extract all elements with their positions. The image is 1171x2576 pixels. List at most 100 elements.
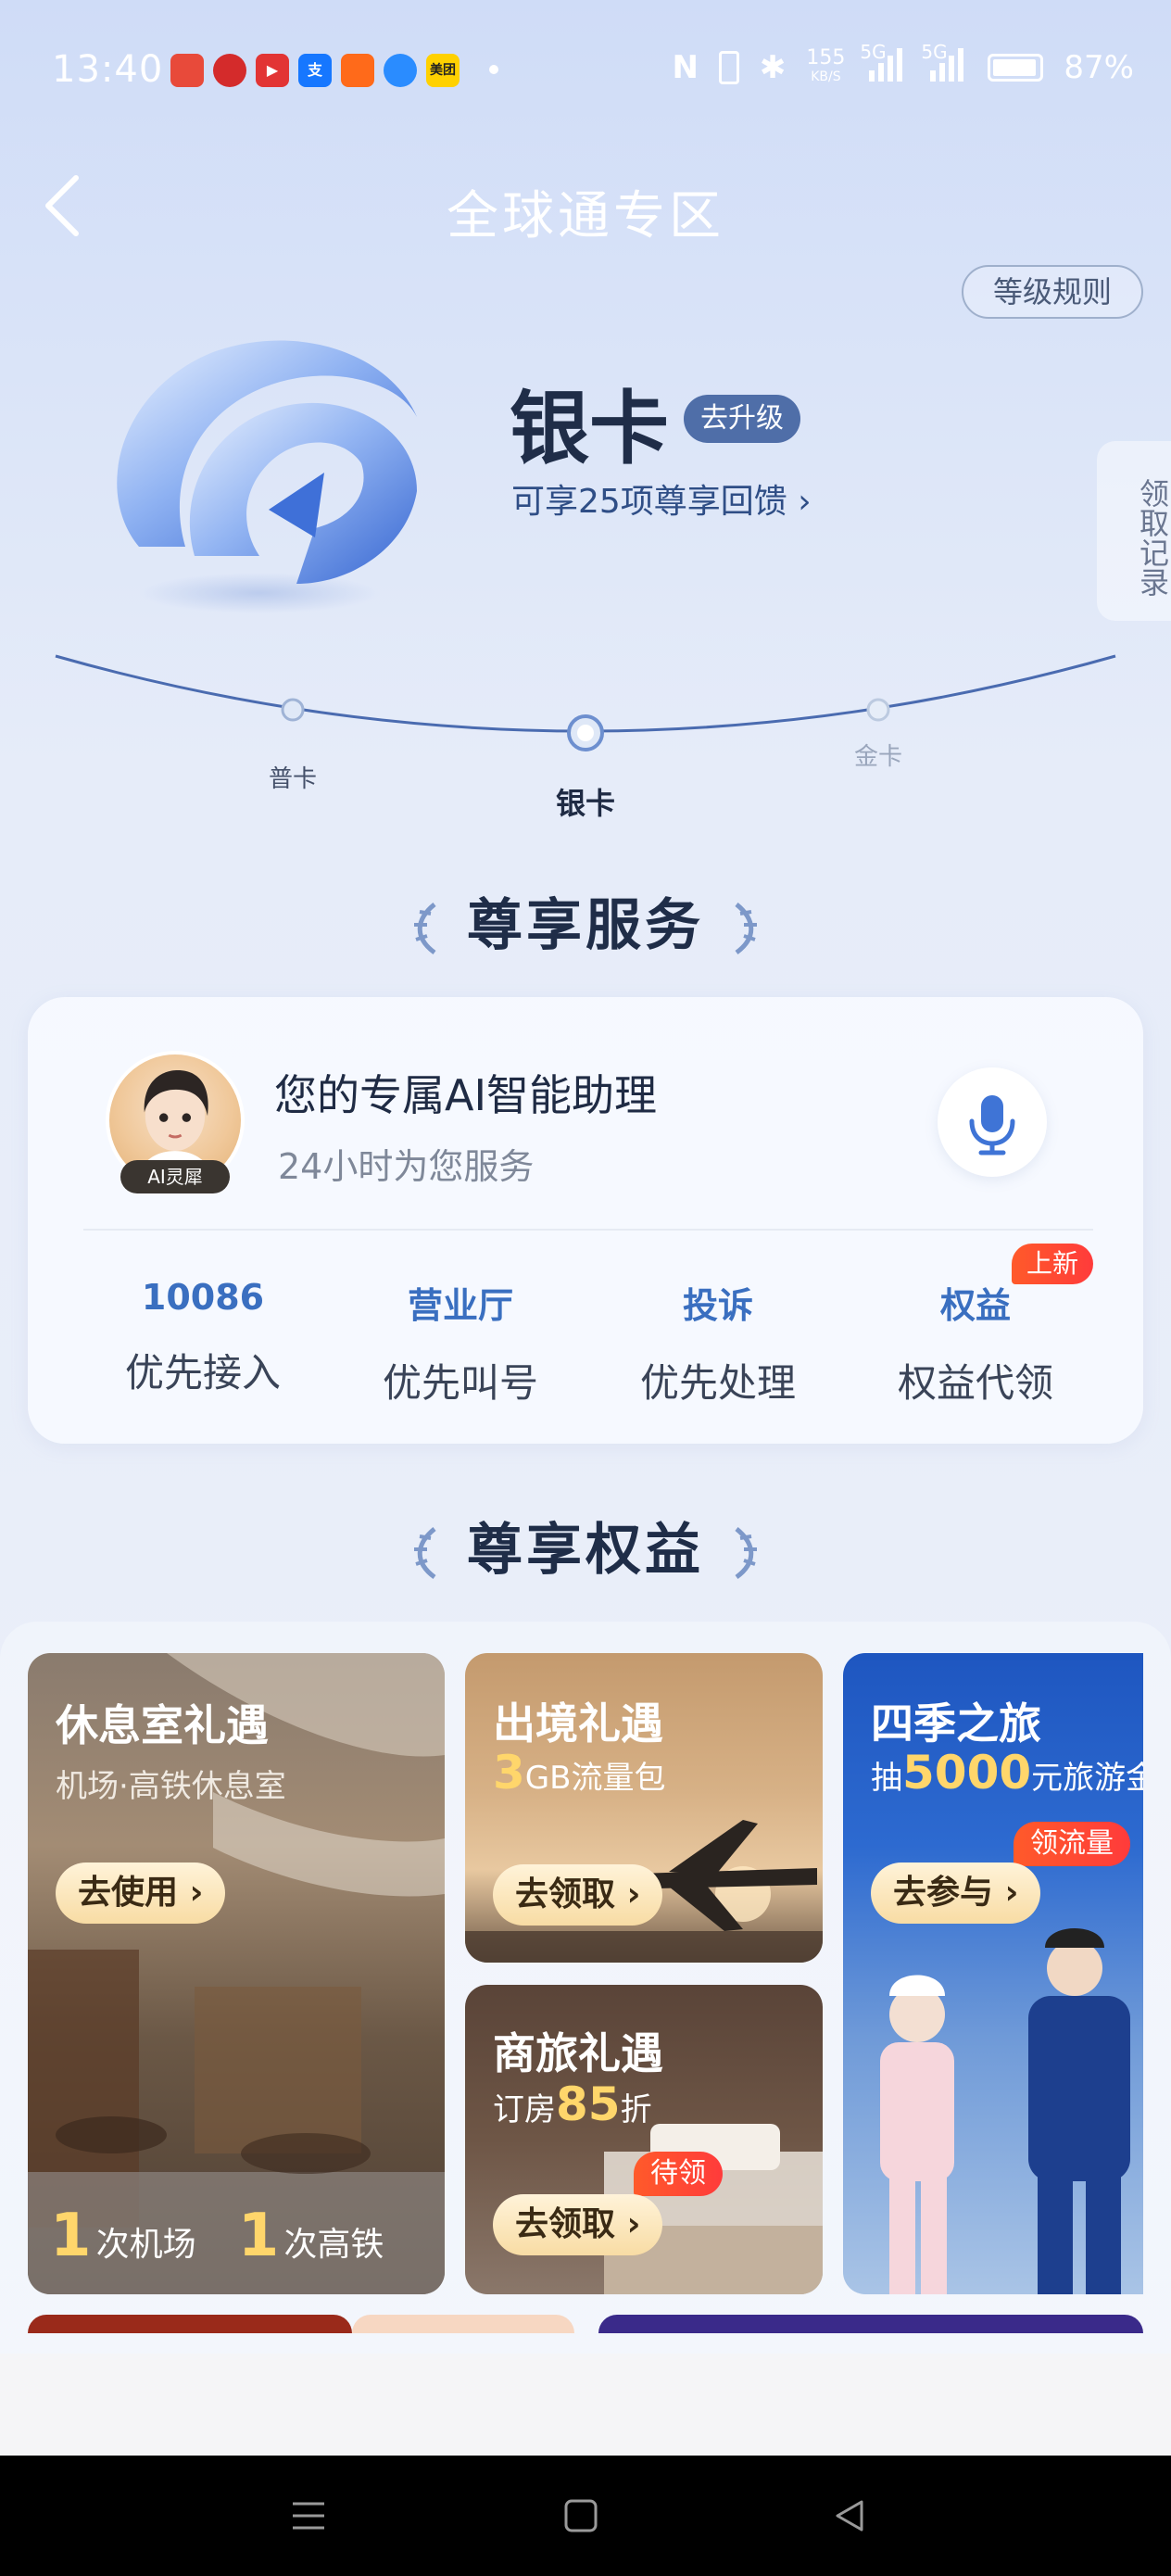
signal-icon-1: 5G xyxy=(860,41,906,86)
status-time: 13:40 xyxy=(52,48,164,91)
microphone-icon xyxy=(969,1095,1015,1155)
service-item-benefit-claim[interactable]: 权益 权益代领 xyxy=(860,1277,1091,1408)
business-claim-button-label: 去领取 xyxy=(515,2205,616,2243)
chevron-right-icon: › xyxy=(798,483,812,521)
app-icon-6 xyxy=(384,54,417,87)
lounge-use-button[interactable]: 去使用 › xyxy=(56,1863,226,1924)
signal-icon-2: 5G xyxy=(921,41,967,86)
menu-icon[interactable] xyxy=(289,2496,328,2535)
lounge-title: 休息室礼遇 xyxy=(56,1700,269,1750)
outbound-benefit-card[interactable]: 出境礼遇 3GB流量包 去领取 › xyxy=(465,1653,823,1963)
service-item-desc: 优先接入 xyxy=(124,1350,281,1395)
business-subtitle: 订房85折 xyxy=(493,2077,652,2131)
chevron-right-icon: › xyxy=(626,2205,641,2243)
next-card-1 xyxy=(28,2315,352,2333)
laurel-right-icon xyxy=(735,1527,757,1580)
travel-tag: 领流量 xyxy=(1014,1822,1130,1866)
back-icon[interactable] xyxy=(830,2496,869,2535)
service-item-desc: 优先叫号 xyxy=(382,1360,538,1406)
upgrade-button[interactable]: 去升级 xyxy=(684,395,800,443)
benefits-section-title: 尊享权益 xyxy=(0,1505,1171,1585)
battery-icon xyxy=(988,53,1044,82)
level-label-basic: 普卡 xyxy=(269,765,318,793)
china-mobile-logo-icon xyxy=(117,340,417,613)
business-benefit-card[interactable]: 商旅礼遇 订房85折 待领 去领取 › xyxy=(465,1985,823,2294)
network-speed: 155 KB/S xyxy=(806,45,846,84)
business-claim-button[interactable]: 去领取 › xyxy=(493,2194,663,2255)
next-card-2 xyxy=(352,2315,574,2333)
laurel-left-icon xyxy=(414,903,436,955)
claim-records-tab[interactable]: 领取记录 xyxy=(1097,441,1171,621)
system-navigation-bar xyxy=(0,2456,1171,2576)
travel-sub-pre: 抽 xyxy=(871,1760,902,1797)
benefits-section-title-text: 尊享权益 xyxy=(467,1518,704,1583)
business-sub-post: 折 xyxy=(620,2091,652,2128)
lounge-unit-airport: 次机场 xyxy=(95,2226,196,2264)
level-rules-button[interactable]: 等级规则 xyxy=(962,265,1143,319)
alipay-icon: 支 xyxy=(298,54,332,87)
lounge-unit-rail: 次高铁 xyxy=(283,2226,384,2264)
video-app-icon: ▶ xyxy=(256,54,289,87)
chevron-right-icon: › xyxy=(189,1874,204,1912)
benefit-link-text: 可享25项尊享回馈 xyxy=(511,483,787,521)
page-title: 全球通专区 xyxy=(447,186,724,246)
meituan-icon: 美团 xyxy=(426,54,460,87)
avatar-tag: AI灵犀 xyxy=(120,1160,230,1193)
divider xyxy=(83,1229,1093,1231)
travel-title: 四季之旅 xyxy=(871,1698,1041,1749)
current-level-name: 银卡 xyxy=(510,383,669,475)
nfc-icon: N xyxy=(672,48,699,86)
laurel-left-icon xyxy=(414,1527,436,1580)
app-icon-2 xyxy=(213,54,246,87)
status-bar: 13:40 ▶ 支 美团 N ✱ 155 KB/S 5G 5G 87% xyxy=(0,0,1171,139)
outbound-claim-button[interactable]: 去领取 › xyxy=(493,1864,663,1926)
new-badge: 上新 xyxy=(1012,1244,1094,1284)
outbound-title: 出境礼遇 xyxy=(493,1698,663,1749)
voice-button[interactable] xyxy=(938,1067,1047,1177)
service-item-label: 权益 xyxy=(939,1285,1011,1326)
outbound-claim-button-label: 去领取 xyxy=(515,1875,616,1913)
business-title: 商旅礼遇 xyxy=(493,2028,663,2078)
outbound-amount: 3 xyxy=(493,1746,525,1799)
bottom-blank-area xyxy=(0,2354,1171,2456)
lounge-subtitle: 机场·高铁休息室 xyxy=(56,1768,286,1805)
service-item-desc: 权益代领 xyxy=(897,1360,1053,1406)
app-icon-1 xyxy=(170,54,204,87)
travel-join-button[interactable]: 去参与 › xyxy=(871,1863,1041,1924)
service-item-label: 营业厅 xyxy=(407,1285,513,1326)
benefit-link[interactable]: 可享25项尊享回馈 › xyxy=(511,474,812,523)
service-item-label: 投诉 xyxy=(682,1285,753,1326)
lounge-count-airport: 1 xyxy=(50,2202,92,2270)
level-label-silver: 银卡 xyxy=(556,786,616,821)
laurel-right-icon xyxy=(735,903,757,955)
service-item-desc: 优先处理 xyxy=(639,1360,796,1406)
assistant-subtitle: 24小时为您服务 xyxy=(278,1146,535,1187)
service-item-label: 10086 xyxy=(141,1277,265,1318)
business-tag: 待领 xyxy=(634,2152,723,2196)
next-card-3 xyxy=(598,2315,1143,2333)
business-sub-pre: 订房 xyxy=(493,2091,556,2128)
service-item-priority-access[interactable]: 10086 优先接入 xyxy=(87,1277,319,1398)
services-section-title-text: 尊享服务 xyxy=(467,893,704,958)
travel-benefit-card[interactable]: 四季之旅 抽5000元旅游金 领流量 去参与 › xyxy=(843,1653,1143,2294)
vibrate-icon xyxy=(718,50,739,84)
lounge-count-rail: 1 xyxy=(237,2202,280,2270)
lounge-benefit-card[interactable]: 休息室礼遇 机场·高铁休息室 去使用 › 1 次机场 1 次高铁 xyxy=(28,1653,445,2294)
outbound-subtitle: 3GB流量包 xyxy=(493,1746,665,1799)
chevron-right-icon: › xyxy=(1004,1874,1019,1912)
status-right: N ✱ 155 KB/S 5G 5G 87% xyxy=(672,41,1134,86)
chevron-right-icon: › xyxy=(626,1875,641,1913)
assistant-title: 您的专属AI智能助理 xyxy=(274,1070,658,1120)
travel-join-button-label: 去参与 xyxy=(893,1874,994,1912)
travel-amount: 5000 xyxy=(902,1746,1032,1799)
service-item-complaint[interactable]: 投诉 优先处理 xyxy=(602,1277,834,1408)
app-icon-5 xyxy=(341,54,374,87)
home-icon[interactable] xyxy=(561,2496,600,2535)
more-dot-icon xyxy=(489,65,498,74)
service-item-hall[interactable]: 营业厅 优先叫号 xyxy=(345,1277,576,1408)
business-discount: 85 xyxy=(556,2077,621,2131)
services-card: AI灵犀 您的专属AI智能助理 24小时为您服务 10086 优先接入 营业厅 … xyxy=(28,997,1143,1444)
level-label-gold: 金卡 xyxy=(854,743,903,771)
travel-sub-post: 元旅游金 xyxy=(1031,1760,1143,1797)
lounge-use-button-label: 去使用 xyxy=(78,1874,179,1912)
